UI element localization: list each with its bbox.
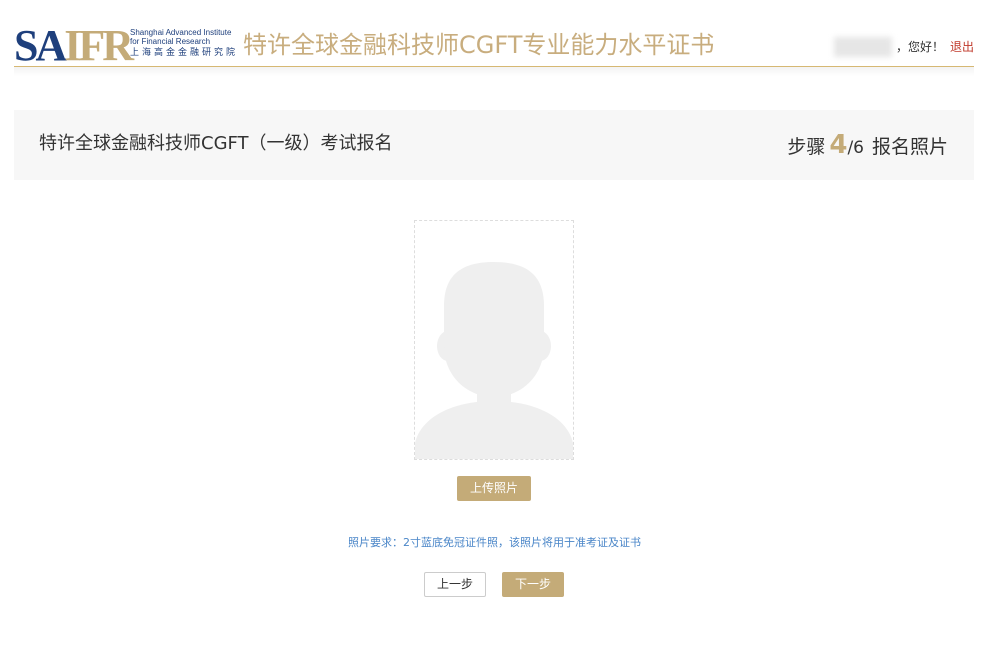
next-step-button[interactable]: 下一步 xyxy=(502,572,564,597)
step-indicator: 步骤 4/6 报名照片 xyxy=(787,130,948,163)
exam-title-bar: 特许全球金融科技师CGFT（一级）考试报名 步骤 4/6 报名照片 xyxy=(14,110,974,180)
saifr-logo[interactable]: SAIFR Shanghai Advanced Institute for Fi… xyxy=(14,21,236,70)
step-name: 报名照片 xyxy=(871,136,948,158)
upload-photo-button[interactable]: 上传照片 xyxy=(457,476,531,501)
person-silhouette-icon xyxy=(415,262,573,459)
exam-title: 特许全球金融科技师CGFT（一级）考试报名 xyxy=(39,133,393,154)
logo-en-line1: Shanghai Advanced Institute xyxy=(130,28,232,37)
photo-preview xyxy=(414,220,574,460)
step-current: 4 xyxy=(829,130,848,160)
logout-link[interactable]: 退出 xyxy=(950,38,974,56)
logo-en-line2: for Financial Research xyxy=(130,37,211,46)
user-area: ，您好！ 退出 xyxy=(833,37,974,57)
logo-text: Shanghai Advanced Institute for Financia… xyxy=(130,28,236,58)
logo-cn: 上海高金金融研究院 xyxy=(130,48,239,58)
step-prefix: 步骤 xyxy=(787,136,826,158)
logo-mark: SAIFR xyxy=(14,21,134,70)
site-title: 特许全球金融科技师CGFT专业能力水平证书 xyxy=(243,31,715,59)
header-shadow xyxy=(14,67,974,76)
greeting-text: ，您好！ xyxy=(895,40,944,54)
photo-requirement: 照片要求：2寸蓝底免冠证件照，该照片将用于准考证及证书 xyxy=(348,536,641,549)
step-total: /6 xyxy=(847,138,864,158)
prev-step-button[interactable]: 上一步 xyxy=(424,572,486,597)
site-header: SAIFR Shanghai Advanced Institute for Fi… xyxy=(0,0,1007,78)
blurred-username xyxy=(833,37,892,57)
